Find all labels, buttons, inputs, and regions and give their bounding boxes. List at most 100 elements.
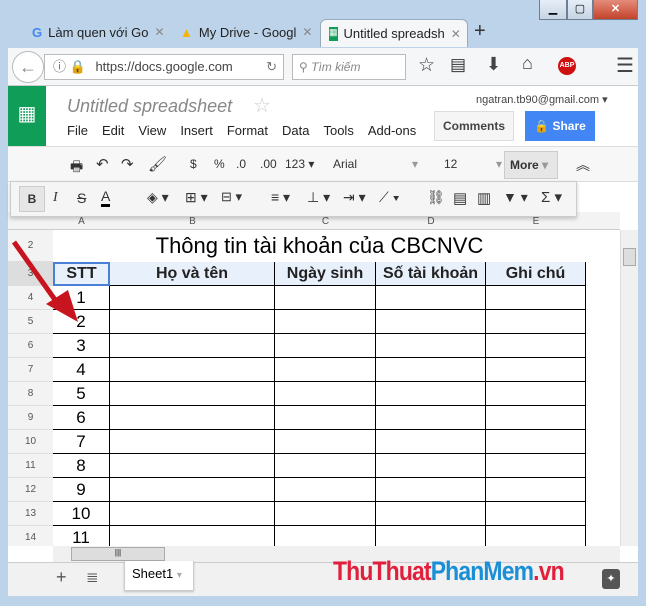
- menu-addons[interactable]: Add-ons: [368, 123, 416, 138]
- row-header[interactable]: 10: [8, 430, 53, 454]
- table-cell[interactable]: [486, 454, 586, 478]
- vertical-scrollbar[interactable]: [620, 230, 638, 546]
- header-cell[interactable]: Ngày sinh: [275, 262, 376, 286]
- chart-icon[interactable]: ▥: [477, 189, 491, 207]
- table-cell[interactable]: [275, 478, 376, 502]
- number-format-dropdown[interactable]: 123 ▾: [285, 157, 314, 171]
- back-button[interactable]: ←: [12, 51, 44, 83]
- comment-icon[interactable]: ▤: [453, 189, 467, 207]
- undo-icon[interactable]: ↶: [96, 155, 109, 173]
- table-cell[interactable]: [275, 334, 376, 358]
- column-header[interactable]: B: [110, 216, 275, 227]
- doc-title[interactable]: Untitled spreadsheet: [67, 96, 232, 117]
- star-icon[interactable]: ☆: [253, 93, 271, 118]
- row-header[interactable]: 13: [8, 502, 53, 526]
- redo-icon[interactable]: ↷: [121, 155, 134, 173]
- share-button[interactable]: 🔒 Share: [525, 111, 595, 141]
- menu-tools[interactable]: Tools: [323, 123, 353, 138]
- fill-color-icon[interactable]: ◈ ▾: [147, 189, 169, 206]
- bold-button[interactable]: B: [19, 186, 45, 212]
- merge-cells-icon[interactable]: ⊟ ▾: [221, 189, 242, 205]
- currency-button[interactable]: $: [190, 157, 197, 171]
- increase-decimal-button[interactable]: .00: [260, 157, 277, 171]
- new-tab-button[interactable]: +: [474, 20, 486, 43]
- table-cell[interactable]: [275, 286, 376, 310]
- add-sheet-button[interactable]: +: [56, 567, 67, 588]
- table-cell[interactable]: [110, 478, 275, 502]
- header-cell[interactable]: Họ và tên: [110, 262, 275, 286]
- horizontal-align-icon[interactable]: ≡ ▾: [271, 189, 290, 206]
- column-header[interactable]: D: [376, 216, 486, 227]
- table-cell[interactable]: [486, 478, 586, 502]
- table-cell[interactable]: [275, 430, 376, 454]
- table-cell[interactable]: [486, 334, 586, 358]
- download-icon[interactable]: ⬇: [486, 54, 501, 75]
- table-cell[interactable]: 5: [53, 382, 110, 406]
- maximize-button[interactable]: ▢: [567, 0, 593, 20]
- row-header[interactable]: 14: [8, 526, 53, 546]
- functions-icon[interactable]: Σ ▾: [541, 188, 562, 206]
- table-cell[interactable]: [110, 382, 275, 406]
- table-cell[interactable]: [376, 334, 486, 358]
- explore-icon[interactable]: ✦: [602, 569, 620, 589]
- scrollbar-thumb[interactable]: |||: [71, 547, 165, 561]
- more-button[interactable]: More ▾: [504, 151, 558, 179]
- table-cell[interactable]: [486, 382, 586, 406]
- collapse-icon[interactable]: ︽: [576, 155, 590, 175]
- table-cell[interactable]: [376, 358, 486, 382]
- table-cell[interactable]: 4: [53, 358, 110, 382]
- column-header[interactable]: A: [53, 216, 110, 227]
- table-cell[interactable]: [376, 526, 486, 546]
- table-cell[interactable]: [110, 334, 275, 358]
- italic-button[interactable]: I: [53, 190, 58, 206]
- table-cell[interactable]: [275, 526, 376, 546]
- text-wrap-icon[interactable]: ⇥ ▾: [343, 189, 366, 206]
- bookmark-star-icon[interactable]: ☆: [418, 54, 435, 77]
- table-cell[interactable]: [110, 358, 275, 382]
- close-tab-icon[interactable]: ✕: [451, 27, 461, 41]
- table-cell[interactable]: [110, 406, 275, 430]
- table-cell[interactable]: 6: [53, 406, 110, 430]
- sheets-logo-icon[interactable]: ▦: [8, 86, 46, 146]
- menu-data[interactable]: Data: [282, 123, 309, 138]
- table-cell[interactable]: [275, 382, 376, 406]
- column-header[interactable]: C: [275, 216, 376, 227]
- url-bar[interactable]: ⓘ 🔒 https://docs.google.com ↻: [44, 54, 284, 80]
- search-input[interactable]: ⚲ Tìm kiếm: [292, 54, 406, 80]
- row-header[interactable]: 7: [8, 358, 53, 382]
- font-size-dropdown[interactable]: 12 ▾: [444, 157, 502, 171]
- link-icon[interactable]: ⛓: [427, 189, 445, 206]
- table-cell[interactable]: [376, 430, 486, 454]
- menu-view[interactable]: View: [138, 123, 166, 138]
- browser-tab[interactable]: ▲ My Drive - Googl ✕: [172, 18, 317, 46]
- table-cell[interactable]: [275, 454, 376, 478]
- table-cell[interactable]: [376, 478, 486, 502]
- browser-tab-active[interactable]: ▦ Untitled spreadsh ✕: [320, 19, 468, 47]
- close-tab-icon[interactable]: ✕: [154, 25, 164, 39]
- menu-edit[interactable]: Edit: [102, 123, 124, 138]
- percent-button[interactable]: %: [214, 157, 225, 171]
- header-cell[interactable]: Ghi chú: [486, 262, 586, 286]
- reading-list-icon[interactable]: ▤: [450, 55, 466, 75]
- table-cell[interactable]: [110, 454, 275, 478]
- table-cell[interactable]: [486, 406, 586, 430]
- row-header[interactable]: 9: [8, 406, 53, 430]
- table-cell[interactable]: [110, 502, 275, 526]
- menu-icon[interactable]: ☰: [616, 53, 634, 78]
- font-dropdown[interactable]: Arial ▾: [333, 157, 418, 171]
- account-email[interactable]: ngatran.tb90@gmail.com ▾: [476, 93, 608, 106]
- header-cell[interactable]: Số tài khoản: [376, 262, 486, 286]
- table-cell[interactable]: [376, 382, 486, 406]
- table-cell[interactable]: [376, 286, 486, 310]
- table-cell[interactable]: [110, 286, 275, 310]
- table-cell[interactable]: [110, 430, 275, 454]
- row-header[interactable]: 12: [8, 478, 53, 502]
- table-cell[interactable]: [110, 310, 275, 334]
- table-cell[interactable]: 9: [53, 478, 110, 502]
- table-cell[interactable]: [486, 526, 586, 546]
- browser-tab[interactable]: G Làm quen với Go ✕: [24, 18, 169, 46]
- minimize-button[interactable]: ▁: [539, 0, 567, 20]
- home-icon[interactable]: ⌂: [522, 53, 533, 74]
- adblock-icon[interactable]: ABP: [558, 57, 576, 75]
- print-icon[interactable]: 🖶: [70, 156, 83, 180]
